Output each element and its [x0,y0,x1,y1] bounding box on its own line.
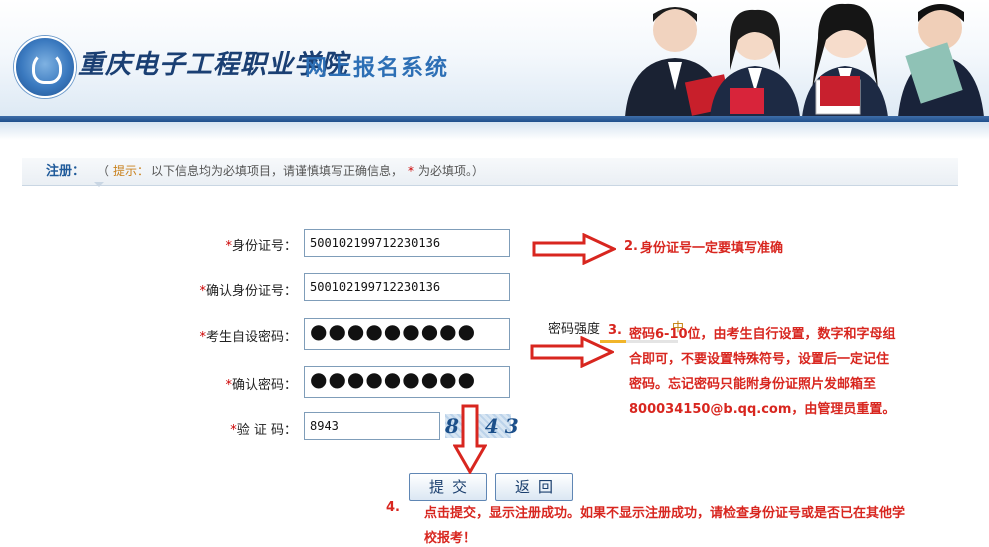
password-strength-label: 密码强度 [548,322,601,337]
notice-tip-label: 提示： [113,164,150,178]
confirm-password-label-text: 确认密码： [231,378,297,393]
annotation-3-line4: 800034150@b.qq.com，由管理员重置。 [629,402,896,417]
captcha-input[interactable]: 8943 [304,412,440,440]
confirm-password-label: *确认密码： [117,374,297,393]
college-logo-icon [14,36,76,98]
notice-text: 以下信息均为必填项目，请谨慎填写正确信息， [151,164,404,178]
id-number-input[interactable]: 500102199712230136 [304,229,510,257]
annotation-arrow-down-icon [453,404,487,474]
password-input[interactable]: ●●●●●●●●● [304,318,510,350]
captcha-label-text: 验 证 码： [236,423,297,438]
confirm-id-label-text: 确认身份证号： [205,284,297,299]
registration-notice-bar: 注册： （ 提示： 以下信息均为必填项目，请谨慎填写正确信息， * 为必填项。） [22,158,958,187]
required-star: * [408,164,414,178]
notice-open-paren: （ [97,164,110,178]
password-label: *考生自设密码： [117,326,297,345]
captcha-label: *验 证 码： [117,419,297,438]
system-title: 网上报名系统 [305,56,450,81]
submit-button[interactable]: 提交 [409,473,487,501]
password-label-text: 考生自设密码： [205,330,297,345]
confirm-id-label: *确认身份证号： [117,280,297,299]
annotation-3-line3: 密码。忘记密码只能附身份证照片发邮箱至 [629,377,877,392]
annotation-arrow-right-icon [530,336,614,368]
notice-tail: 为必填项。） [418,164,485,178]
students-banner-image [625,3,984,117]
id-number-label-text: 身份证号： [231,239,297,254]
annotation-3-number: 3. [608,323,622,338]
id-number-label: *身份证号： [117,235,297,254]
annotation-4-line1: 点击提交，显示注册成功。如果不显示注册成功，请检查身份证号或是否已在其他学 [424,506,906,521]
header-shadow [0,122,989,140]
back-button[interactable]: 返回 [495,473,573,501]
annotation-2-text: 身份证号一定要填写准确 [640,241,784,256]
notice-title: 注册： [46,164,86,179]
annotation-4-number: 4. [386,500,400,515]
notice-caret-icon [94,182,104,187]
page-header: 重庆电子工程职业学院 网上报名系统 [0,0,989,118]
confirm-id-input[interactable]: 500102199712230136 [304,273,510,301]
confirm-password-input[interactable]: ●●●●●●●●● [304,366,510,398]
annotation-3-line2: 合即可，不要设置特殊符号，设置后一定记住 [629,352,890,367]
annotation-arrow-right-icon [532,233,616,265]
annotation-4-line2: 校报考！ [424,531,477,546]
annotation-3-line1: 密码6-10位，由考生自行设置，数字和字母组 [629,327,896,342]
annotation-2-number: 2. [624,239,638,254]
